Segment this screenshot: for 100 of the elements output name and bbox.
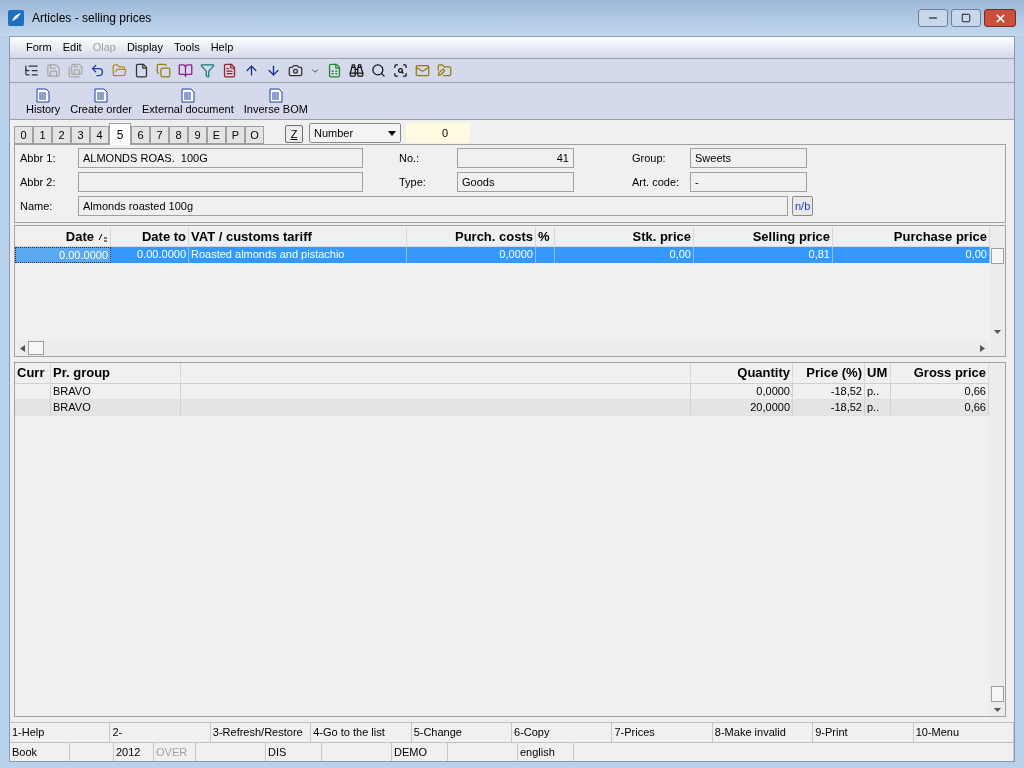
name-field[interactable]: Almonds roasted 100g	[78, 196, 788, 216]
column-header[interactable]: UM	[867, 363, 888, 383]
column-header[interactable]: Price (%)	[806, 363, 862, 383]
function-key[interactable]: 8-Make invalid	[712, 723, 814, 742]
tab[interactable]: 0	[14, 126, 33, 144]
maximize-button[interactable]	[951, 9, 981, 27]
scroll-right-icon[interactable]	[980, 344, 985, 352]
minimize-button[interactable]	[918, 9, 948, 27]
table-cell: 0,0000	[756, 385, 790, 397]
z-button[interactable]: Z	[285, 125, 303, 143]
table-cell: 0.00.0000	[111, 247, 189, 263]
app-icon	[8, 10, 24, 26]
table-cell: p..	[867, 385, 880, 397]
status-text: english	[520, 746, 555, 758]
binoculars-icon[interactable]	[349, 63, 364, 78]
field-label: Group:	[632, 150, 667, 166]
scroll-down-icon[interactable]	[993, 708, 1001, 712]
arrow-up-icon[interactable]	[244, 63, 259, 78]
tab[interactable]: E	[207, 126, 226, 144]
tab[interactable]: 4	[90, 126, 109, 144]
table-cell: Roasted almonds and pistachio	[189, 247, 407, 263]
horizontal-scrollbar[interactable]	[17, 340, 988, 356]
art-code-field[interactable]: -	[690, 172, 807, 192]
status-text: Book	[12, 746, 38, 758]
abbr1-field[interactable]: ALMONDS ROAS. 100G	[78, 148, 363, 168]
function-key[interactable]: 9-Print	[813, 723, 914, 742]
function-key[interactable]: 5-Change	[411, 723, 513, 742]
action-button[interactable]: History	[26, 88, 61, 116]
sort-dropdown[interactable]: Number	[309, 123, 401, 143]
number-field[interactable]: 0	[406, 123, 470, 143]
tab[interactable]: 6	[131, 126, 150, 144]
book-icon[interactable]	[178, 63, 193, 78]
tab[interactable]: 2	[52, 126, 71, 144]
function-key[interactable]: 7-Prices	[612, 723, 713, 742]
sort-icon	[98, 231, 108, 242]
field-label: Art. code:	[632, 174, 681, 190]
document-icon[interactable]	[134, 63, 149, 78]
tree-icon[interactable]	[24, 63, 39, 78]
tab[interactable]: P	[226, 126, 245, 144]
action-button[interactable]: External document	[142, 88, 234, 116]
filter-document-icon[interactable]	[222, 63, 237, 78]
vertical-scrollbar[interactable]	[990, 226, 1005, 356]
scan-search-icon[interactable]	[393, 63, 408, 78]
function-key[interactable]: 2-	[110, 723, 211, 742]
table-cell: 20,0000	[750, 401, 790, 413]
menu-item[interactable]: Form	[26, 39, 52, 56]
menu-item[interactable]: Tools	[173, 39, 200, 56]
function-key[interactable]: 1-Help	[10, 723, 111, 742]
vertical-scrollbar[interactable]	[989, 363, 1005, 716]
tab[interactable]: 1	[33, 126, 52, 144]
camera-icon[interactable]	[288, 63, 303, 78]
abbr2-field[interactable]	[78, 172, 363, 192]
tab[interactable]: 8	[169, 126, 188, 144]
arrow-down-icon[interactable]	[266, 63, 281, 78]
scroll-left-icon[interactable]	[20, 344, 25, 352]
window-title: Articles - selling prices	[32, 10, 152, 27]
document-icon	[94, 88, 109, 103]
menu-item[interactable]: Display	[126, 39, 163, 56]
scroll-down-icon[interactable]	[994, 330, 1001, 334]
tab[interactable]: 3	[71, 126, 90, 144]
copy-icon[interactable]	[156, 63, 171, 78]
menu-item[interactable]: Help	[210, 39, 234, 56]
type-field[interactable]: Goods	[457, 172, 574, 192]
tab[interactable]: O	[245, 126, 264, 144]
column-header[interactable]: Curr	[17, 363, 45, 383]
tab[interactable]: 9	[188, 126, 207, 144]
function-key[interactable]: 10-Menu	[913, 723, 1015, 742]
document-icon	[36, 88, 51, 103]
status-text: DIS	[268, 746, 287, 758]
function-key[interactable]: 6-Copy	[512, 723, 613, 742]
table-cell: 0,66	[964, 401, 986, 413]
status-text: OVER	[156, 746, 188, 758]
search-icon[interactable]	[371, 63, 386, 78]
column-header[interactable]: Quantity	[737, 363, 790, 383]
action-button[interactable]: Inverse BOM	[243, 88, 308, 116]
tab[interactable]: 7	[150, 126, 169, 144]
filter-icon[interactable]	[200, 63, 215, 78]
spreadsheet-icon[interactable]	[327, 63, 342, 78]
undo-icon[interactable]	[90, 63, 105, 78]
caret-icon	[388, 130, 396, 136]
document-icon	[180, 88, 195, 103]
maximize-icon	[961, 13, 971, 23]
scrollbar-thumb[interactable]	[991, 248, 1004, 264]
folder-edit-icon[interactable]	[437, 63, 452, 78]
close-button[interactable]	[984, 9, 1016, 27]
group-field[interactable]: Sweets	[690, 148, 807, 168]
scrollbar-thumb[interactable]	[28, 341, 44, 355]
number-value-field[interactable]: 41	[457, 148, 574, 168]
table-cell: 0,66	[964, 385, 986, 397]
function-key[interactable]: 4-Go to the list	[311, 723, 412, 742]
mail-icon[interactable]	[415, 63, 430, 78]
column-header[interactable]: Gross price	[913, 363, 986, 383]
tab[interactable]: 5	[109, 123, 131, 145]
scrollbar-thumb[interactable]	[990, 686, 1004, 702]
column-header[interactable]: Pr. group	[53, 363, 111, 383]
menu-item[interactable]: Edit	[62, 39, 82, 56]
nb-button[interactable]: n/b	[792, 196, 814, 216]
field-label: Abbr 1:	[20, 150, 57, 166]
function-key[interactable]: 3-Refresh/Restore	[210, 723, 312, 742]
action-button[interactable]: Create order	[70, 88, 132, 116]
